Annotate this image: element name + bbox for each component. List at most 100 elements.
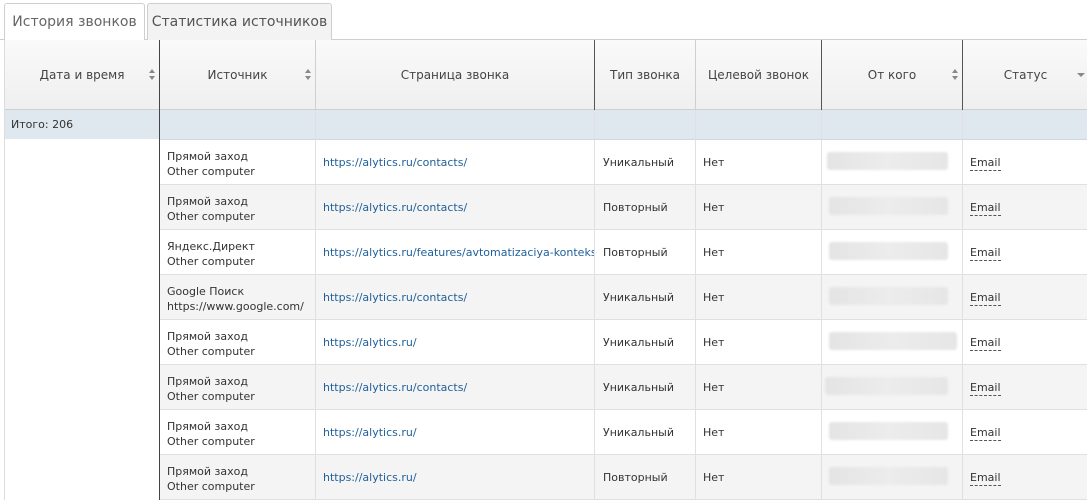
chevron-down-icon[interactable]: [1077, 73, 1085, 77]
source-detail: Other computer: [167, 480, 255, 493]
tab-bar: История звонков Статистика источников: [0, 0, 1087, 41]
table-row[interactable]: Google Поиск https://www.google.com/ http…: [5, 274, 1087, 320]
datetime-cell: [5, 319, 159, 365]
sort-icon[interactable]: [149, 69, 155, 81]
target-call: Нет: [703, 246, 725, 259]
source-detail: Other computer: [167, 210, 255, 223]
col-header-status[interactable]: Статус: [963, 40, 1087, 110]
table-header: Дата и время Источник Страница звонка Ти…: [5, 40, 1087, 110]
target-call: Нет: [703, 291, 725, 304]
call-type: Уникальный: [603, 381, 674, 394]
col-header-target-label: Целевой звонок: [707, 68, 809, 82]
datetime-cell: [5, 409, 159, 455]
table-row[interactable]: Прямой заход Other computer https://alyti…: [5, 184, 1087, 230]
page-link[interactable]: https://alytics.ru/features/avtomatizaci…: [323, 230, 595, 275]
table-row[interactable]: Прямой заход Other computer https://alyti…: [5, 139, 1087, 185]
page-link[interactable]: https://alytics.ru/contacts/: [323, 275, 595, 320]
source-cell: Google Поиск https://www.google.com/: [167, 275, 317, 320]
source-name: Прямой заход: [167, 150, 248, 163]
status-email-link[interactable]: Email: [970, 156, 1001, 171]
target-call: Нет: [703, 381, 725, 394]
table-row[interactable]: Прямой заход Other computer https://alyti…: [5, 364, 1087, 410]
col-header-datetime[interactable]: Дата и время: [5, 40, 160, 110]
status-cell: Email: [970, 455, 1001, 500]
source-detail: Other computer: [167, 165, 255, 178]
tab-source-stats[interactable]: Статистика источников: [147, 3, 332, 40]
page-link[interactable]: https://alytics.ru/: [323, 320, 595, 365]
target-call: Нет: [703, 156, 725, 169]
caller-blurred: [829, 197, 948, 215]
caller-blurred: [827, 152, 948, 170]
status-cell: Email: [970, 275, 1001, 320]
status-cell: Email: [970, 365, 1001, 410]
status-email-link[interactable]: Email: [970, 381, 1001, 396]
source-name: Прямой заход: [167, 375, 248, 388]
datetime-cell: [5, 454, 159, 500]
col-header-status-label: Статус: [1003, 68, 1048, 82]
source-name: Прямой заход: [167, 195, 248, 208]
call-type: Уникальный: [603, 291, 674, 304]
table-row[interactable]: Прямой заход Other computer https://alyti…: [5, 409, 1087, 455]
status-email-link[interactable]: Email: [970, 471, 1001, 486]
source-cell: Яндекс.Директ Other computer: [167, 230, 317, 275]
source-cell: Прямой заход Other computer: [167, 455, 317, 500]
source-name: Прямой заход: [167, 330, 248, 343]
total-row: Итого: 206: [5, 110, 1087, 140]
page-link[interactable]: https://alytics.ru/contacts/: [323, 365, 595, 410]
source-cell: Прямой заход Other computer: [167, 320, 317, 365]
page-link[interactable]: https://alytics.ru/: [323, 410, 595, 455]
target-call: Нет: [703, 426, 725, 439]
status-email-link[interactable]: Email: [970, 291, 1001, 306]
col-header-target[interactable]: Целевой звонок: [696, 40, 822, 110]
caller-blurred: [829, 242, 948, 260]
status-cell: Email: [970, 140, 1001, 185]
page-link[interactable]: https://alytics.ru/: [323, 455, 595, 500]
col-header-type[interactable]: Тип звонка: [595, 40, 696, 110]
call-type: Повторный: [603, 201, 668, 214]
col-header-page-label: Страница звонка: [400, 68, 510, 82]
datetime-cell: [5, 229, 159, 275]
total-label: Итого: 206: [11, 118, 74, 131]
datetime-cell: [5, 364, 159, 410]
source-cell: Прямой заход Other computer: [167, 140, 317, 185]
source-name: Прямой заход: [167, 420, 248, 433]
status-email-link[interactable]: Email: [970, 336, 1001, 351]
source-name: Яндекс.Директ: [167, 240, 255, 253]
col-header-from-label: От кого: [867, 68, 917, 82]
source-detail: Other computer: [167, 345, 255, 358]
caller-blurred: [829, 332, 957, 350]
call-type: Уникальный: [603, 156, 674, 169]
status-email-link[interactable]: Email: [970, 246, 1001, 261]
col-header-page[interactable]: Страница звонка: [316, 40, 595, 110]
table-row[interactable]: Яндекс.Директ Other computer https://alyt…: [5, 229, 1087, 275]
source-name: Прямой заход: [167, 465, 248, 478]
target-call: Нет: [703, 471, 725, 484]
source-detail: Other computer: [167, 390, 255, 403]
datetime-cell: [5, 274, 159, 320]
col-header-source[interactable]: Источник: [160, 40, 316, 110]
call-type: Повторный: [603, 471, 668, 484]
status-cell: Email: [970, 320, 1001, 365]
status-email-link[interactable]: Email: [970, 426, 1001, 441]
col-header-type-label: Тип звонка: [609, 68, 681, 82]
col-header-datetime-label: Дата и время: [39, 68, 125, 82]
call-type: Уникальный: [603, 336, 674, 349]
table-row[interactable]: Прямой заход Other computer https://alyti…: [5, 319, 1087, 365]
caller-blurred: [829, 287, 948, 305]
col-header-from[interactable]: От кого: [822, 40, 963, 110]
page-link[interactable]: https://alytics.ru/contacts/: [323, 140, 595, 185]
table-row[interactable]: Прямой заход Other computer https://alyti…: [5, 454, 1087, 500]
status-cell: Email: [970, 185, 1001, 230]
datetime-cell: [5, 139, 159, 185]
page-link[interactable]: https://alytics.ru/contacts/: [323, 185, 595, 230]
sort-icon[interactable]: [305, 69, 311, 81]
calls-table: Дата и время Источник Страница звонка Ти…: [4, 40, 1087, 500]
target-call: Нет: [703, 336, 725, 349]
tab-call-history[interactable]: История звонков: [4, 3, 145, 41]
col-header-source-label: Источник: [207, 68, 268, 82]
status-email-link[interactable]: Email: [970, 201, 1001, 216]
status-cell: Email: [970, 410, 1001, 455]
source-cell: Прямой заход Other computer: [167, 185, 317, 230]
caller-blurred: [829, 422, 948, 440]
sort-icon[interactable]: [952, 69, 958, 81]
